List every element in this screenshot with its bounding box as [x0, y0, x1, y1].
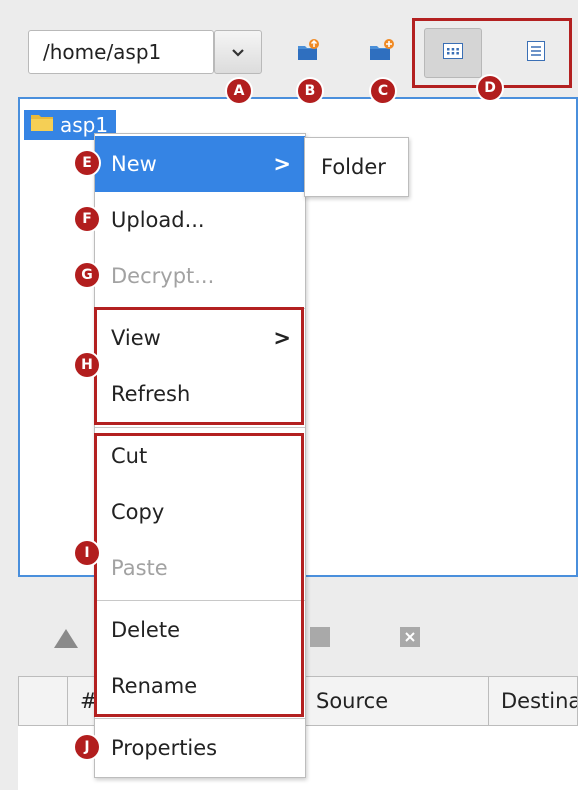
menu-item-view[interactable]: View >: [95, 310, 305, 366]
menu-item-properties[interactable]: Properties: [95, 720, 305, 776]
menu-item-refresh[interactable]: Refresh: [95, 366, 305, 422]
context-menu: New > Upload... Decrypt... View > Refres…: [94, 133, 306, 778]
icon-view-button[interactable]: [424, 28, 482, 78]
menu-item-decrypt: Decrypt...: [111, 264, 215, 288]
menu-item-new[interactable]: New >: [95, 136, 305, 192]
close-icon: [398, 627, 422, 653]
chevron-down-icon: [231, 43, 245, 62]
callout-badge-e: E: [75, 151, 99, 175]
menu-item-label: New: [111, 152, 157, 176]
menu-separator: [95, 600, 305, 601]
path-dropdown-button[interactable]: [214, 30, 262, 74]
menu-item-paste: Paste: [111, 556, 168, 580]
callout-badge-b: B: [298, 79, 322, 103]
folder-icon: [30, 110, 54, 140]
callout-badge-g: G: [75, 263, 99, 287]
menu-item-cut[interactable]: Cut: [95, 428, 305, 484]
callout-badge-d: D: [478, 76, 502, 100]
callout-badge-h: H: [75, 353, 99, 377]
triangle-up-icon: [52, 629, 80, 654]
menu-separator: [95, 718, 305, 719]
new-folder-icon: [368, 38, 396, 66]
menu-separator: [95, 308, 305, 309]
path-input[interactable]: /home/asp1: [28, 30, 214, 74]
menu-item-delete[interactable]: Delete: [95, 602, 305, 658]
callout-badge-i: I: [75, 541, 99, 565]
stop-transfer-button[interactable]: [308, 625, 332, 653]
callout-badge-c: C: [371, 79, 395, 103]
folder-upload-icon: [295, 38, 321, 66]
list-view-icon: [527, 41, 545, 65]
callout-badge-a: A: [227, 79, 251, 103]
callout-badge-j: J: [75, 735, 99, 759]
submenu-item-folder[interactable]: Folder: [304, 137, 409, 197]
cancel-transfer-button[interactable]: [398, 625, 422, 653]
stop-icon: [308, 627, 332, 653]
menu-item-rename[interactable]: Rename: [95, 658, 305, 714]
move-up-button[interactable]: [52, 626, 80, 654]
menu-item-upload[interactable]: Upload...: [95, 192, 305, 248]
menu-item-copy[interactable]: Copy: [95, 484, 305, 540]
menu-item-label: View: [111, 326, 161, 350]
chevron-right-icon: >: [273, 152, 291, 176]
column-header-select[interactable]: [18, 676, 68, 726]
grid-view-icon: [443, 43, 463, 63]
column-header-source[interactable]: Source: [303, 676, 489, 726]
chevron-right-icon: >: [273, 326, 291, 350]
column-header-destination[interactable]: Destina: [488, 676, 578, 726]
list-view-button[interactable]: [507, 28, 565, 78]
new-folder-button[interactable]: [367, 37, 397, 67]
upload-button[interactable]: [293, 37, 323, 67]
callout-badge-f: F: [75, 207, 99, 231]
